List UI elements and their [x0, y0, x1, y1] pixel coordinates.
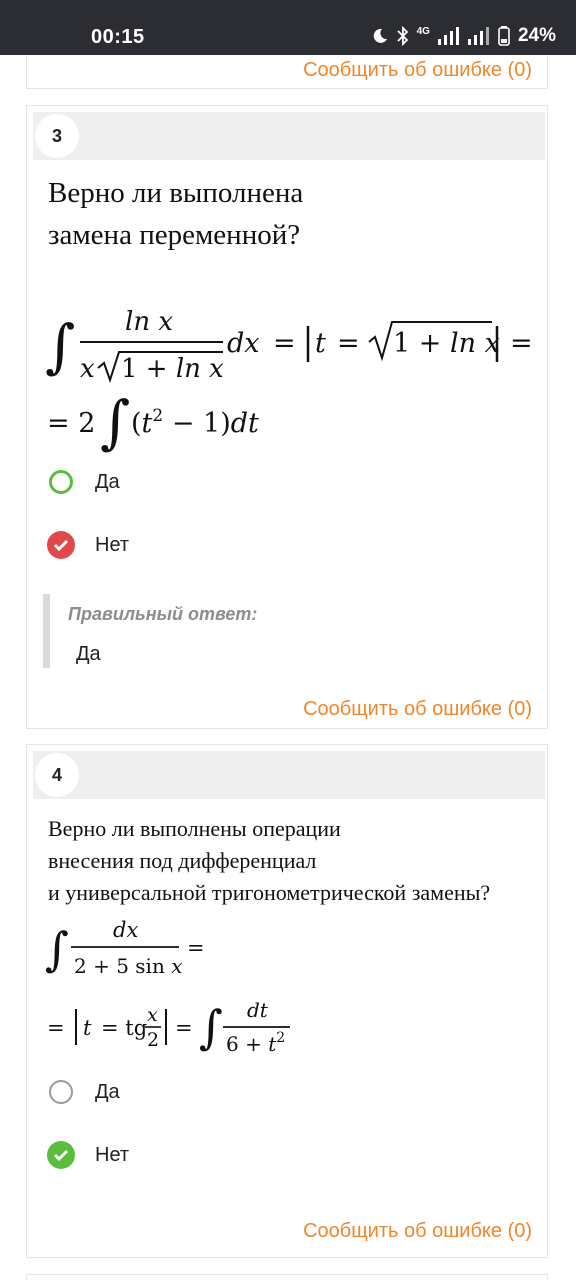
moon-icon: [373, 28, 387, 43]
question-formula: ∫ dx 2 + 5 sin x = = t = tg x 2 = ∫ dt 6…: [45, 918, 290, 1055]
checkmark-icon: [53, 1149, 69, 1162]
svg-text:=: =: [47, 1016, 65, 1040]
svg-text:∫: ∫: [100, 388, 130, 456]
report-error-link[interactable]: Сообщить об ошибке (0): [303, 59, 532, 82]
svg-text:= 2: = 2: [47, 408, 95, 439]
correct-answer-block: Правильный ответ: Да: [43, 594, 510, 668]
option-label: Нет: [95, 1143, 130, 1166]
checkmark-icon: [53, 539, 69, 552]
status-bar: 00:15 4G 24%: [0, 0, 576, 55]
svg-text:∫: ∫: [199, 1000, 223, 1054]
svg-text:dt: dt: [247, 998, 269, 1022]
radio-button[interactable]: [49, 470, 73, 494]
question-text-line: Верно ли выполнена: [48, 177, 304, 209]
svg-text:∫: ∫: [45, 312, 75, 380]
radio-button[interactable]: [49, 1080, 73, 1104]
option-label: Да: [95, 1080, 120, 1103]
svg-text:2: 2: [147, 1029, 159, 1051]
svg-text:t: t: [315, 328, 326, 359]
svg-text:dx: dx: [227, 328, 260, 359]
svg-text:t: t: [83, 1016, 92, 1040]
question-card: Сообщить об ошибке (0): [26, 55, 548, 89]
network-type: 4G: [416, 25, 430, 37]
status-icons: 4G 24%: [371, 25, 556, 47]
svg-text:ln x: ln x: [125, 307, 173, 337]
question-text: Верно ли выполнены операции внесения под…: [48, 813, 490, 909]
svg-text:x: x: [80, 354, 95, 384]
question-formula: ∫ ln x x 1 + ln x dx = t = 1 + ln x = = …: [45, 307, 533, 456]
svg-text:∫: ∫: [45, 922, 69, 976]
svg-text:=: =: [187, 936, 205, 960]
question-text-line: Верно ли выполнены операции: [48, 816, 341, 841]
radio-button[interactable]: [47, 531, 75, 559]
svg-text:x: x: [147, 1004, 158, 1026]
option-label: Да: [95, 470, 120, 493]
battery-icon: [498, 26, 510, 46]
radio-button[interactable]: [47, 1141, 75, 1169]
answer-option[interactable]: Нет: [47, 531, 130, 559]
svg-text:6 + t2: 6 + t2: [226, 1030, 285, 1055]
correct-answer-title: Правильный ответ:: [68, 604, 258, 624]
svg-text:=: =: [510, 328, 533, 359]
question-number: 4: [35, 753, 79, 797]
svg-text:2 + 5 sin x: 2 + 5 sin x: [74, 954, 182, 978]
svg-text:=: =: [273, 328, 296, 359]
signal-icon: [467, 27, 489, 45]
svg-text:(t2 − 1)dt: (t2 − 1)dt: [131, 406, 259, 439]
quiz-page: Сообщить об ошибке (0) 3 Верно ли выполн…: [0, 55, 576, 1280]
question-card: 4 Верно ли выполнены операции внесения п…: [26, 744, 548, 1258]
question-text-line: внесения под дифференциал: [48, 848, 317, 873]
question-card: [26, 1274, 548, 1280]
answer-option[interactable]: Да: [49, 470, 120, 494]
report-error-link[interactable]: Сообщить об ошибке (0): [303, 1220, 532, 1243]
battery-level: 24%: [517, 25, 556, 46]
status-time: 00:15: [91, 26, 145, 48]
svg-text:=: =: [337, 328, 360, 359]
report-error-link[interactable]: Сообщить об ошибке (0): [303, 698, 532, 721]
correct-answer-value: Да: [76, 643, 101, 665]
signal-icon: [437, 27, 459, 45]
question-number: 3: [35, 114, 79, 158]
svg-text:=: =: [175, 1016, 193, 1040]
question-header: 3: [33, 112, 545, 160]
svg-text:= tg: = tg: [101, 1016, 147, 1040]
bluetooth-icon: [396, 26, 408, 46]
answer-option[interactable]: Да: [49, 1080, 120, 1104]
svg-text:1 + ln x: 1 + ln x: [393, 328, 500, 359]
answer-option[interactable]: Нет: [47, 1141, 130, 1169]
svg-text:dx: dx: [113, 918, 138, 942]
question-text: Верно ли выполнена замена переменной?: [48, 172, 303, 256]
option-label: Нет: [95, 533, 130, 556]
svg-text:1 + ln x: 1 + ln x: [121, 354, 224, 384]
question-card: 3 Верно ли выполнена замена переменной? …: [26, 105, 548, 729]
question-header: 4: [33, 751, 545, 799]
